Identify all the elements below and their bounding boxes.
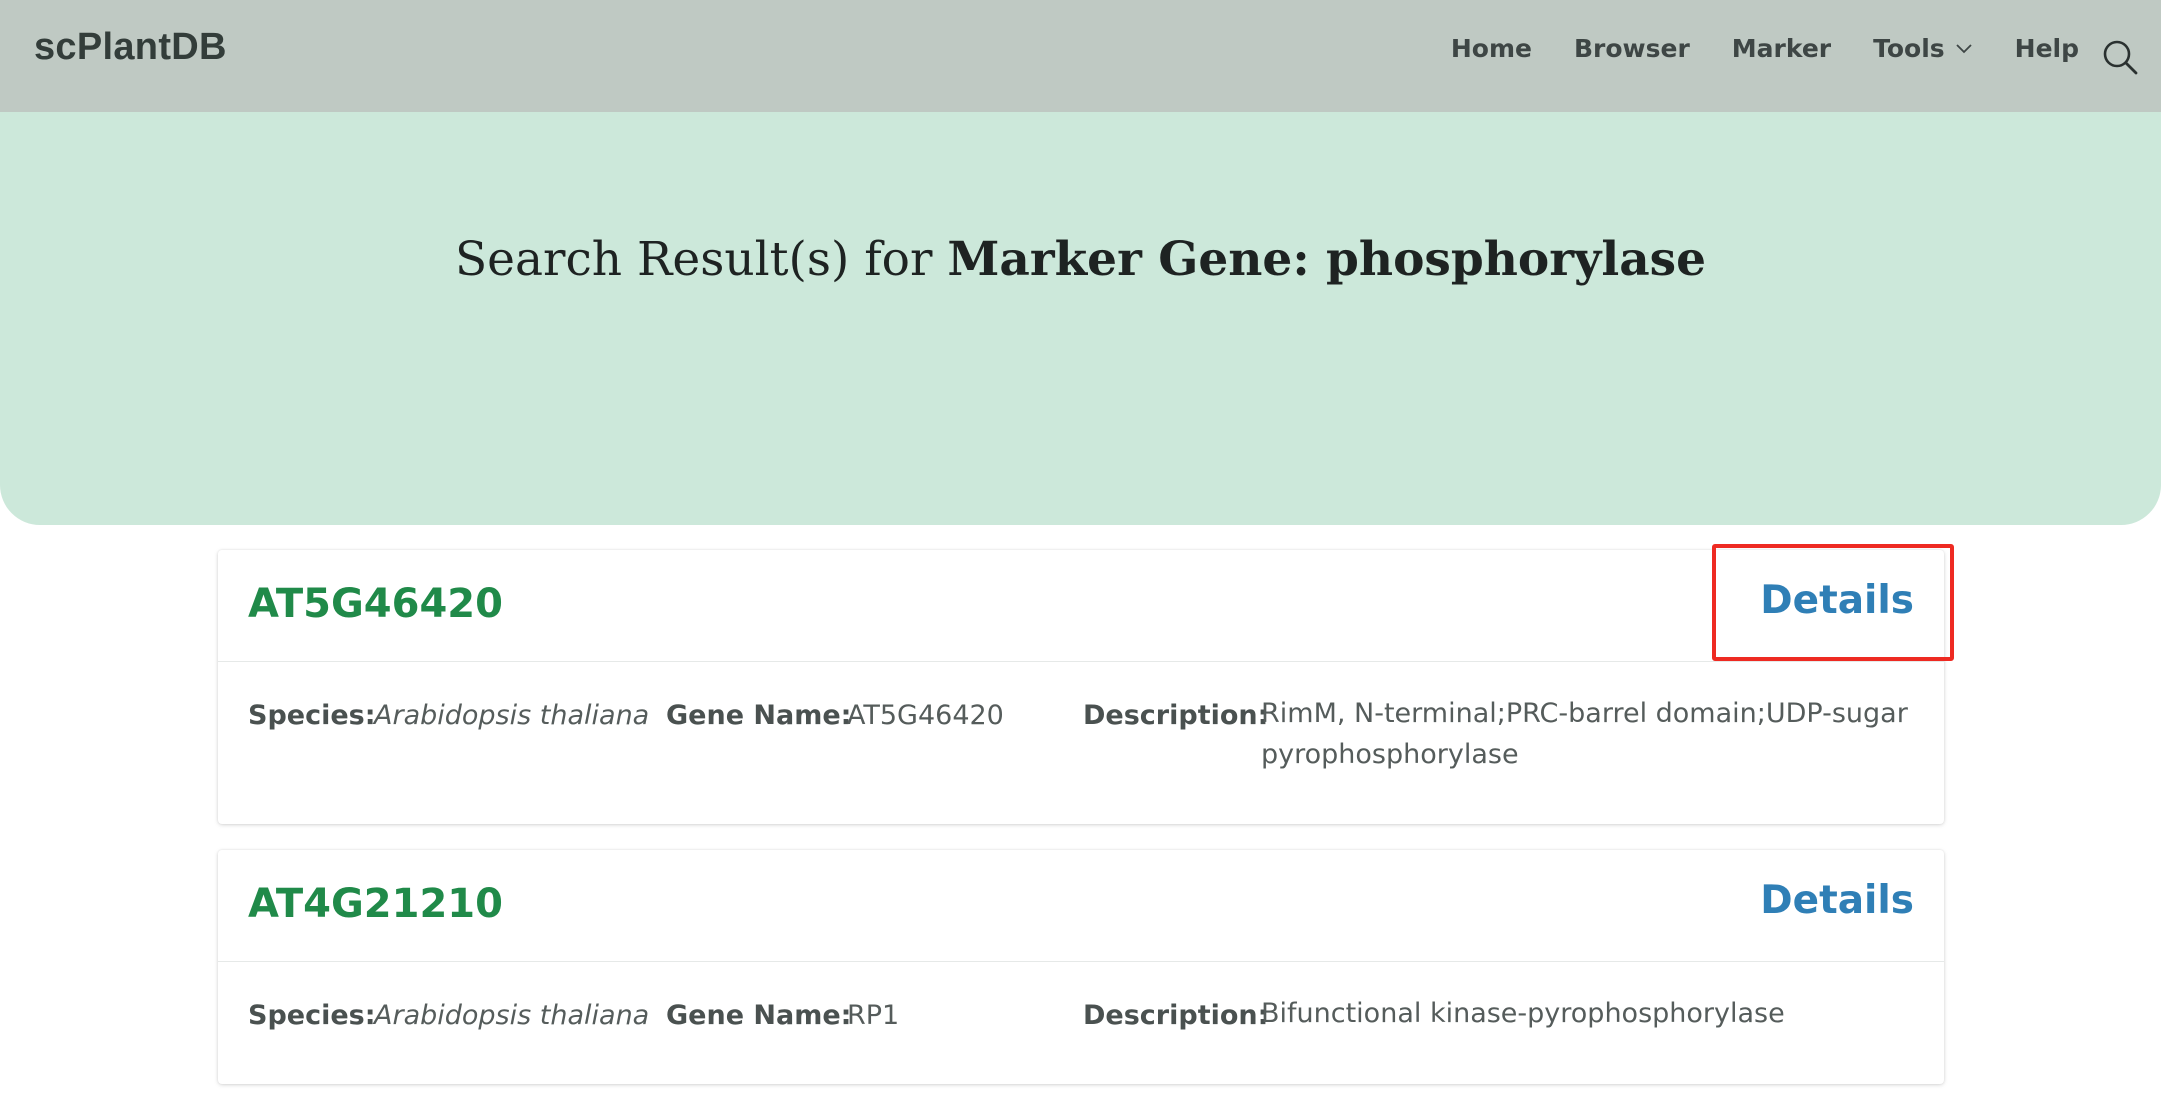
details-link[interactable]: Details [1760,578,1914,623]
search-result-banner: Search Result(s) for Marker Gene: phosph… [0,112,2161,525]
gene-id-link[interactable]: AT5G46420 [248,581,503,627]
top-navbar: scPlantDB Home Browser Marker Tools Help [0,0,2161,112]
result-card: AT5G46420 Details Species: Arabidopsis t… [218,550,1944,824]
details-link[interactable]: Details [1760,878,1914,923]
species-value: Arabidopsis thaliana [374,1000,650,1031]
result-card-header: AT4G21210 Details [218,850,1944,962]
chevron-down-icon [1956,43,1972,53]
species-label: Species: [248,700,376,731]
species-value: Arabidopsis thaliana [374,700,650,731]
description-label: Description: [1083,700,1269,731]
gene-name-label: Gene Name: [666,1000,852,1031]
page-title-prefix: Search Result(s) for [454,232,948,287]
gene-id-link[interactable]: AT4G21210 [248,881,503,927]
species-label: Species: [248,1000,376,1031]
result-card: AT4G21210 Details Species: Arabidopsis t… [218,850,1944,1084]
nav-item-marker[interactable]: Marker [1732,34,1831,63]
page-title-query: Marker Gene: phosphorylase [947,232,1707,287]
nav-item-tools-label: Tools [1873,34,1945,63]
brand-logo[interactable]: scPlantDB [34,26,227,69]
gene-name-label: Gene Name: [666,700,852,731]
nav-menu: Home Browser Marker Tools Help [1451,34,2079,63]
description-value: Bifunctional kinase-pyrophosphorylase [1261,998,1785,1029]
description-value: RimM, N-terminal;PRC-barrel domain;UDP-s… [1261,698,1908,770]
gene-name-value: AT5G46420 [847,700,1004,731]
search-icon[interactable] [2101,38,2139,76]
nav-item-help[interactable]: Help [2015,34,2079,63]
nav-item-home[interactable]: Home [1451,34,1532,63]
gene-name-value: RP1 [847,1000,900,1031]
page-title: Search Result(s) for Marker Gene: phosph… [0,232,2161,287]
nav-item-tools[interactable]: Tools [1873,34,1973,63]
nav-item-browser[interactable]: Browser [1574,34,1690,63]
result-card-header: AT5G46420 Details [218,550,1944,662]
description-label: Description: [1083,1000,1269,1031]
